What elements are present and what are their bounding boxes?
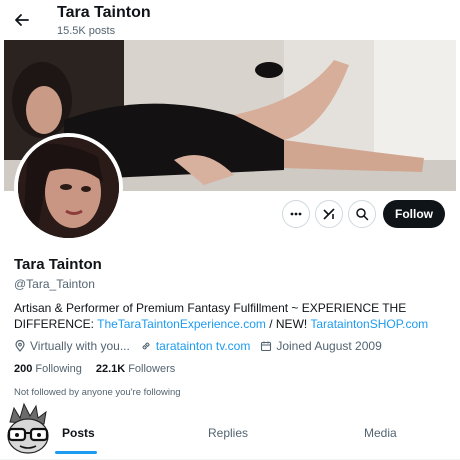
profile-meta: Virtually with you... taratainton tv.com… — [14, 338, 392, 354]
header-title: Tara Tainton — [57, 4, 151, 21]
not-followed-note: Not followed by anyone you're following — [14, 387, 181, 398]
location-pin-icon — [15, 340, 25, 352]
followers-stat[interactable]: 22.1K Followers — [96, 363, 175, 375]
link-icon — [142, 342, 150, 350]
nerd-mascot-icon — [0, 400, 56, 456]
calendar-icon — [261, 341, 272, 352]
bio-link-experience[interactable]: TheTaraTaintonExperience.com — [97, 317, 266, 331]
location-item: Virtually with you... — [14, 339, 130, 353]
follow-button[interactable]: Follow — [383, 200, 445, 228]
grok-icon — [323, 208, 335, 220]
grok-button[interactable] — [315, 200, 343, 228]
bio-link-shop[interactable]: TarataintonSHOP.com — [310, 317, 428, 331]
joined-text: Joined August 2009 — [276, 339, 382, 353]
location-text: Virtually with you... — [30, 339, 130, 353]
following-count: 200 — [14, 363, 33, 375]
website-link[interactable]: taratainton tv.com — [156, 339, 251, 353]
profile-name: Tara Tainton — [14, 256, 102, 273]
website-item[interactable]: taratainton tv.com — [140, 339, 251, 353]
profile-bio: Artisan & Performer of Premium Fantasy F… — [14, 300, 444, 332]
followers-count: 22.1K — [95, 363, 126, 375]
back-arrow-icon[interactable] — [10, 8, 34, 32]
profile-avatar[interactable] — [14, 133, 123, 242]
following-label: Following — [35, 363, 82, 375]
profile-header: Tara Tainton 15.5K posts — [0, 0, 460, 40]
post-count: 15.5K posts — [57, 25, 116, 37]
followers-label: Followers — [128, 363, 176, 375]
tab-posts[interactable]: Posts — [62, 426, 95, 440]
joined-item: Joined August 2009 — [260, 339, 382, 353]
bio-separator: / NEW! — [265, 317, 311, 331]
search-profile-button[interactable] — [348, 200, 376, 228]
tab-replies[interactable]: Replies — [208, 426, 248, 440]
profile-handle: @Tara_Tainton — [14, 277, 95, 291]
tab-media[interactable]: Media — [364, 426, 397, 440]
following-stat[interactable]: 200 Following — [14, 363, 82, 375]
active-tab-indicator — [55, 451, 97, 454]
search-icon — [356, 208, 369, 221]
profile-tabs: Posts Replies Media — [0, 414, 460, 460]
follow-stats: 200 Following 22.1K Followers — [14, 363, 189, 375]
more-options-button[interactable] — [282, 200, 310, 228]
more-icon — [290, 212, 302, 216]
